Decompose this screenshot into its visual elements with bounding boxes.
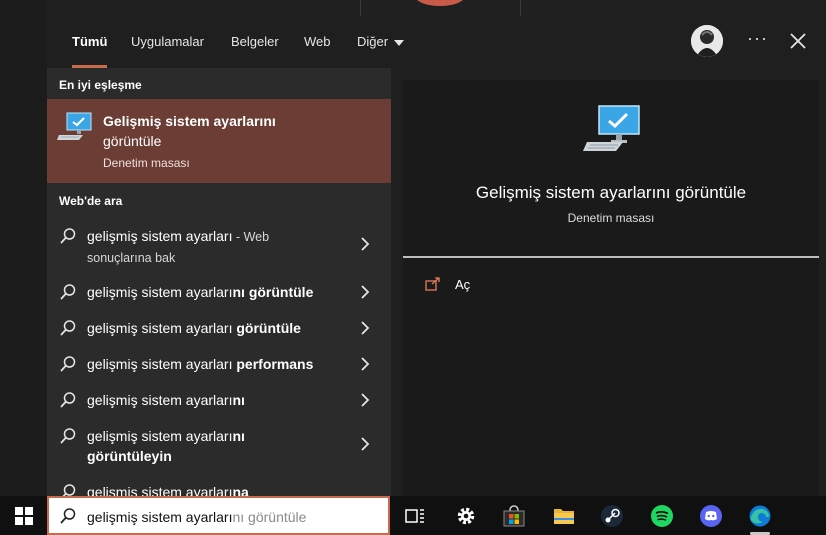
search-icon	[60, 228, 76, 244]
search-tabs: Tümü Uygulamalar Belgeler Web Diğer ···	[47, 16, 826, 68]
web-result-text: gelişmiş sistem ayarlarını görüntüleyin	[87, 426, 357, 466]
chevron-right-icon	[361, 237, 370, 251]
taskbar: gelişmiş sistem ayarlarını görüntüle	[0, 496, 826, 535]
search-input[interactable]: gelişmiş sistem ayarlarını görüntüle	[87, 509, 306, 525]
chevron-right-icon	[361, 393, 370, 407]
results-list: En iyi eşleşme Gelişmiş sistem ayarların…	[47, 68, 391, 496]
web-result-plain: gelişmiş sistem ayarları	[87, 320, 237, 336]
open-external-icon	[425, 277, 440, 291]
web-result-bold: na	[232, 484, 249, 496]
task-view-icon[interactable]	[403, 504, 427, 528]
taskbar-search-box[interactable]: gelişmiş sistem ayarlarını görüntüle	[47, 496, 390, 535]
best-match-subtitle: Denetim masası	[103, 156, 190, 170]
windows-start-icon[interactable]	[15, 507, 33, 525]
close-icon[interactable]	[787, 30, 809, 52]
settings-gear-icon[interactable]	[454, 504, 478, 528]
edge-browser-icon[interactable]	[748, 504, 772, 528]
tab-web[interactable]: Web	[304, 16, 331, 68]
web-result-line2: görüntüleyin	[87, 448, 172, 464]
web-result-item[interactable]: gelişmiş sistem ayarları - Web sonuçların…	[47, 222, 391, 268]
tab-more[interactable]: Diğer	[357, 16, 405, 68]
best-match-title-bold: Gelişmiş sistem ayarlarını	[103, 113, 276, 129]
spotify-icon[interactable]	[650, 504, 674, 528]
section-label-best-match: En iyi eşleşme	[59, 78, 142, 92]
tab-apps[interactable]: Uygulamalar	[131, 16, 204, 68]
web-result-text: gelişmiş sistem ayarları performans	[87, 354, 357, 374]
best-match-item[interactable]: Gelişmiş sistem ayarlarını görüntüle Den…	[47, 99, 391, 183]
web-result-plain: gelişmiş sistem ayarları	[87, 392, 233, 408]
avatar[interactable]	[691, 25, 723, 57]
tab-more-label: Diğer	[357, 34, 389, 49]
web-result-plain: gelişmiş sistem ayarları	[87, 228, 233, 244]
preview-pane: Gelişmiş sistem ayarlarını görüntüle Den…	[403, 80, 819, 496]
web-result-bold: nı	[232, 428, 245, 444]
web-result-text: gelişmiş sistem ayarları görüntüle	[87, 318, 357, 338]
file-explorer-icon[interactable]	[552, 504, 576, 528]
best-match-title: Gelişmiş sistem ayarlarını görüntüle	[103, 111, 343, 151]
web-result-bold: nı görüntüle	[232, 284, 314, 300]
web-result-bold: görüntüle	[236, 320, 301, 336]
web-result-item[interactable]: gelişmiş sistem ayarlarını görüntüleyin	[47, 422, 391, 468]
more-options-icon[interactable]: ···	[747, 28, 768, 49]
background-divider	[520, 0, 521, 16]
microsoft-store-icon[interactable]	[502, 504, 526, 528]
web-result-plain: gelişmiş sistem ayarları	[87, 284, 233, 300]
discord-icon[interactable]	[699, 504, 723, 528]
web-result-text: gelişmiş sistem ayarlarına	[87, 482, 357, 496]
search-icon	[60, 508, 76, 524]
best-match-title-rest: görüntüle	[103, 133, 162, 149]
chevron-right-icon	[361, 321, 370, 335]
steam-icon[interactable]	[600, 504, 624, 528]
web-result-item[interactable]: gelişmiş sistem ayarlarını görüntüle	[47, 278, 391, 306]
search-panel: Tümü Uygulamalar Belgeler Web Diğer ··· …	[47, 16, 826, 496]
background-avatar-fragment	[415, 0, 465, 6]
preview-subtitle: Denetim masası	[567, 211, 655, 225]
system-settings-computer-icon	[583, 105, 640, 151]
search-icon	[60, 356, 76, 372]
preview-divider	[403, 256, 819, 258]
web-result-plain: gelişmiş sistem ayarları	[87, 484, 233, 496]
search-icon	[60, 428, 76, 444]
search-icon	[60, 392, 76, 408]
tab-all[interactable]: Tümü	[72, 16, 108, 68]
web-result-item[interactable]: gelişmiş sistem ayarları performans	[47, 350, 391, 378]
web-result-item[interactable]: gelişmiş sistem ayarlarına	[47, 478, 391, 496]
web-result-item[interactable]: gelişmiş sistem ayarları görüntüle	[47, 314, 391, 342]
open-action-label: Aç	[455, 277, 471, 292]
search-icon	[62, 484, 76, 496]
web-result-item[interactable]: gelişmiş sistem ayarlarını	[47, 386, 391, 414]
web-result-line2: sonuçlarına bak	[87, 251, 176, 265]
web-result-plain: gelişmiş sistem ayarları	[87, 428, 233, 444]
background-divider	[360, 0, 361, 16]
tab-documents[interactable]: Belgeler	[231, 16, 279, 68]
chevron-right-icon	[361, 357, 370, 371]
system-settings-computer-icon	[57, 112, 92, 140]
chevron-down-icon	[394, 39, 405, 46]
web-result-bold: performans	[236, 356, 314, 372]
chevron-right-icon	[361, 285, 370, 299]
search-autocomplete: nı görüntüle	[232, 509, 307, 525]
web-result-plain: gelişmiş sistem ayarları	[87, 356, 237, 372]
section-label-web-search: Web'de ara	[59, 194, 123, 208]
preview-title: Gelişmiş sistem ayarlarını görüntüle	[475, 183, 747, 202]
background-desktop-edge	[0, 0, 47, 496]
web-result-text: gelişmiş sistem ayarlarını	[87, 390, 357, 410]
web-result-text: gelişmiş sistem ayarları - Web sonuçların…	[87, 226, 357, 268]
search-typed-text: gelişmiş sistem ayarları	[87, 509, 233, 525]
search-icon	[60, 284, 76, 300]
web-result-text: gelişmiş sistem ayarlarını görüntüle	[87, 282, 357, 302]
web-result-bold: nı	[232, 392, 245, 408]
web-result-suffix: - Web	[232, 230, 270, 244]
chevron-right-icon	[361, 437, 370, 451]
search-icon	[60, 320, 76, 336]
